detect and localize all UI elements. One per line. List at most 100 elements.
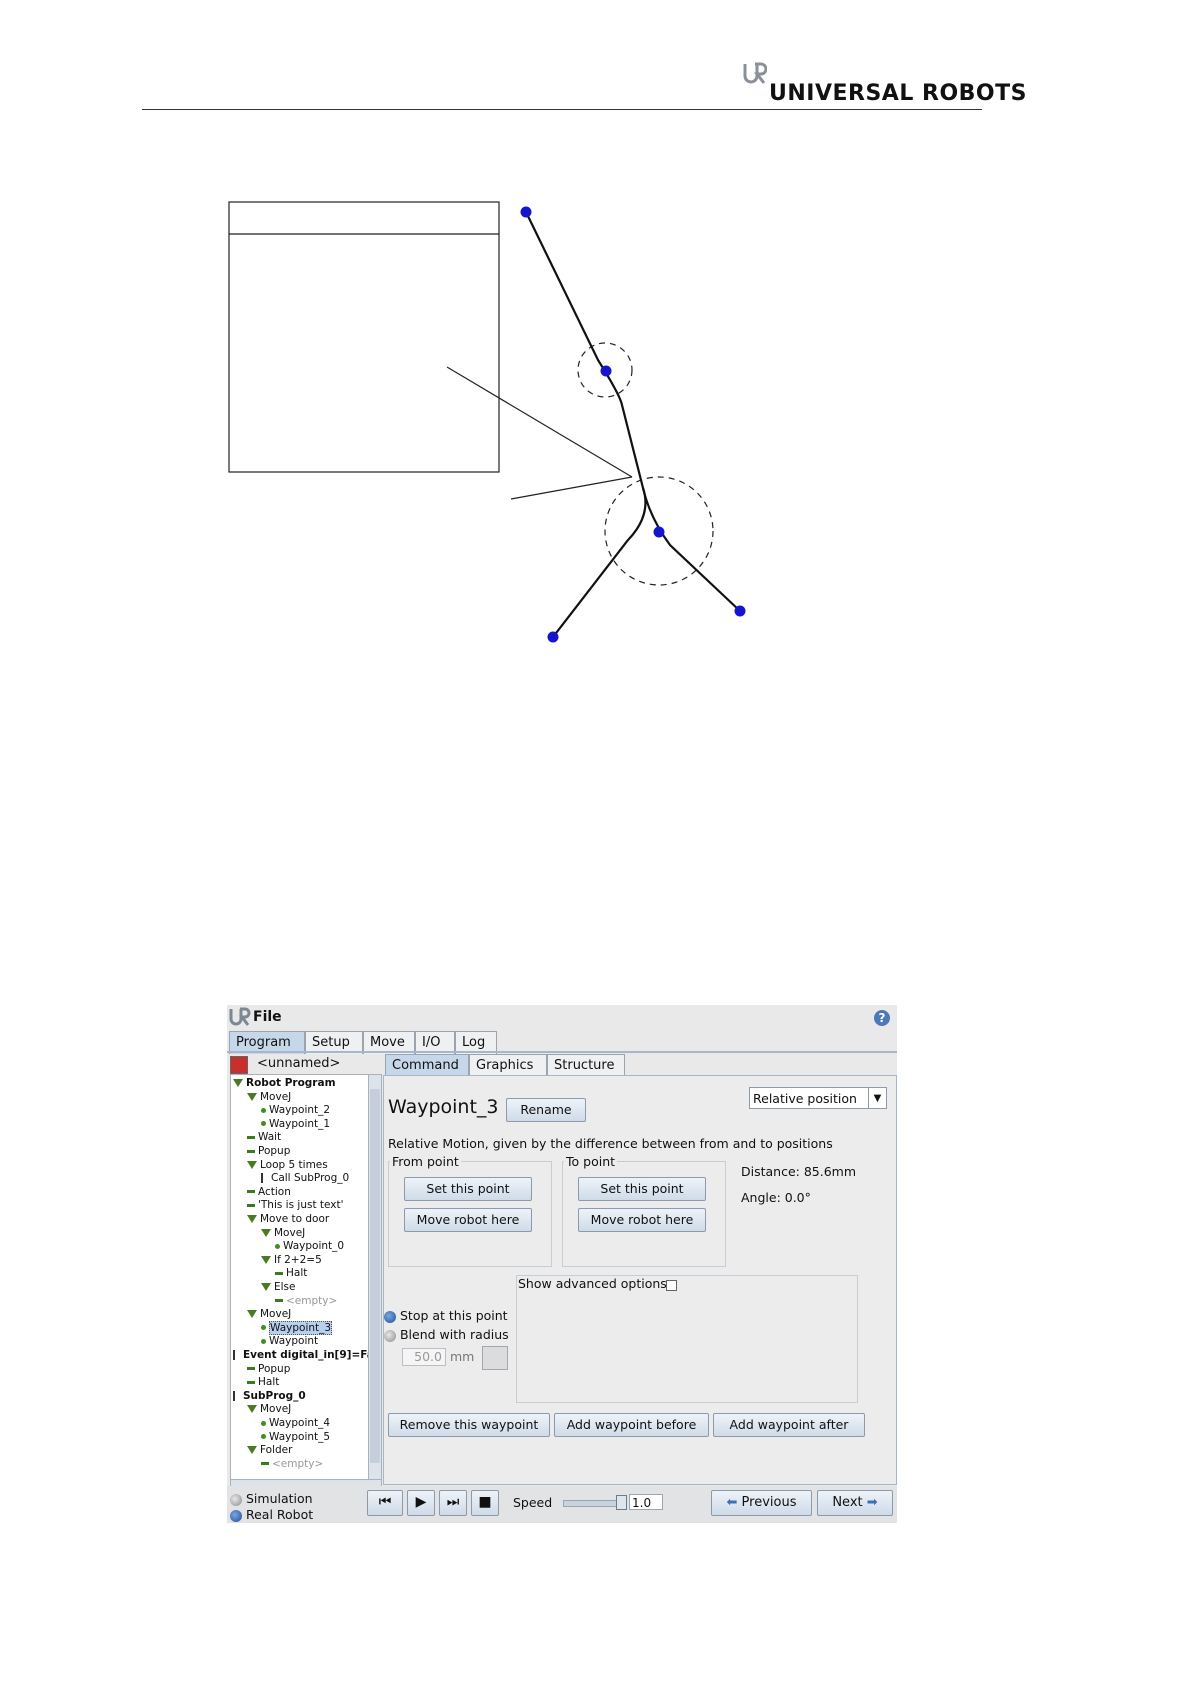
next-button[interactable]: Next ➡ xyxy=(817,1490,893,1516)
tree-item-label: MoveJ xyxy=(260,1090,292,1103)
tree-item-label: Action xyxy=(258,1185,291,1198)
real-robot-option[interactable]: Real Robot xyxy=(230,1507,313,1522)
tree-item[interactable]: Waypoint_4 xyxy=(261,1417,330,1430)
tree-item[interactable]: MoveJ xyxy=(247,1091,291,1104)
tree-item[interactable]: Halt xyxy=(275,1267,307,1280)
advanced-options-checkbox[interactable] xyxy=(666,1280,677,1291)
save-icon[interactable] xyxy=(230,1056,248,1074)
tree-item[interactable]: Move to door xyxy=(247,1213,329,1226)
tab-command[interactable]: Command xyxy=(385,1054,469,1077)
tree-item-label: Move to door xyxy=(260,1213,330,1225)
next-label: Next xyxy=(832,1495,863,1510)
arrow-left-icon: ⬅ xyxy=(726,1495,738,1510)
tab-graphics[interactable]: Graphics xyxy=(469,1054,547,1077)
tree-item[interactable]: Popup xyxy=(247,1145,290,1158)
expand-triangle-icon xyxy=(247,1160,257,1169)
tree-item[interactable]: Waypoint_5 xyxy=(261,1431,330,1444)
tree-item[interactable]: Waypoint_2 xyxy=(261,1104,330,1117)
expand-triangle-icon xyxy=(247,1092,257,1101)
add-waypoint-before-button[interactable]: Add waypoint before xyxy=(554,1413,709,1437)
tree-item[interactable]: Waypoint_1 xyxy=(261,1118,330,1131)
tree-item[interactable]: SubProg_0 xyxy=(233,1390,306,1403)
remove-waypoint-button[interactable]: Remove this waypoint xyxy=(388,1413,550,1437)
from-move-robot-button[interactable]: Move robot here xyxy=(404,1208,532,1232)
stop-option[interactable]: Stop at this point xyxy=(384,1308,508,1323)
speed-value[interactable]: 1.0 xyxy=(629,1494,663,1510)
tree-item[interactable]: Folder xyxy=(247,1444,292,1457)
tree-item[interactable]: 'This is just text' xyxy=(247,1199,344,1212)
simulation-option[interactable]: Simulation xyxy=(230,1491,313,1506)
blend-option[interactable]: Blend with radius xyxy=(384,1327,509,1342)
simulation-label: Simulation xyxy=(245,1491,313,1506)
tree-item[interactable]: Wait xyxy=(247,1131,281,1144)
waypoint-dot xyxy=(734,605,746,617)
tree-item[interactable]: Robot Program xyxy=(233,1077,336,1090)
program-tree[interactable]: Robot Program MoveJ Waypoint_2 Waypoint_1 Wa… xyxy=(230,1074,370,1480)
tree-item-label: Loop 5 times xyxy=(260,1158,328,1171)
chevron-down-icon[interactable]: ▼ xyxy=(868,1088,886,1108)
command-panel: Waypoint_3 Rename Relative position ▼ Re… xyxy=(383,1075,897,1485)
file-menu[interactable]: File xyxy=(253,1009,282,1025)
tab-structure[interactable]: Structure xyxy=(547,1054,625,1077)
radio-unselected-icon[interactable] xyxy=(230,1493,242,1506)
step-icon[interactable]: ⏭ xyxy=(439,1490,467,1516)
tree-item-label: Event digital_in[9]=Fals xyxy=(243,1349,370,1361)
scrollbar-thumb[interactable] xyxy=(370,1089,380,1463)
waypoint-icon xyxy=(275,1243,280,1249)
tree-item-label: SubProg_0 xyxy=(243,1389,306,1402)
tree-item[interactable]: Call SubProg_0 xyxy=(261,1172,349,1185)
pointer-line-1 xyxy=(446,366,633,478)
tree-item[interactable]: <empty> xyxy=(275,1295,337,1308)
tree-item[interactable]: Waypoint xyxy=(261,1335,318,1348)
radio-selected-icon[interactable] xyxy=(230,1509,242,1522)
help-icon[interactable]: ? xyxy=(874,1010,890,1026)
skip-to-start-icon[interactable]: ⏮ xyxy=(367,1490,403,1516)
motion-description: Relative Motion, given by the difference… xyxy=(388,1136,833,1151)
from-set-point-button[interactable]: Set this point xyxy=(404,1177,532,1201)
tree-item[interactable]: MoveJ xyxy=(247,1308,291,1321)
tab-rule xyxy=(227,1051,897,1053)
tree-item[interactable]: Popup xyxy=(247,1363,290,1376)
from-point-label: From point xyxy=(390,1154,461,1169)
previous-label: Previous xyxy=(741,1495,797,1510)
previous-button[interactable]: ⬅ Previous xyxy=(711,1490,812,1516)
to-set-point-button[interactable]: Set this point xyxy=(578,1177,706,1201)
tree-item[interactable]: Else xyxy=(261,1281,295,1294)
tree-item[interactable]: Halt xyxy=(247,1376,279,1389)
blend-radius-input[interactable]: 50.0 xyxy=(402,1348,446,1366)
path-b xyxy=(641,487,741,612)
pointer-line-2 xyxy=(510,476,633,500)
waypoint-icon xyxy=(261,1107,266,1113)
tree-item[interactable]: If 2+2=5 xyxy=(261,1254,322,1267)
tree-item[interactable]: Loop 5 times xyxy=(247,1159,328,1172)
radio-selected-icon[interactable] xyxy=(384,1310,396,1323)
tree-item[interactable]: Action xyxy=(247,1186,291,1199)
rename-button[interactable]: Rename xyxy=(506,1098,586,1122)
stop-icon[interactable]: ■ xyxy=(471,1490,499,1516)
tree-item-label: Wait xyxy=(258,1131,282,1144)
waypoint-icon xyxy=(261,1325,266,1331)
arrow-right-icon: ➡ xyxy=(866,1495,878,1510)
tree-scrollbar[interactable] xyxy=(368,1074,382,1480)
tree-item-label: Robot Program xyxy=(246,1077,336,1089)
tree-item[interactable]: MoveJ xyxy=(247,1403,291,1416)
to-move-robot-button[interactable]: Move robot here xyxy=(578,1208,706,1232)
keypad-button[interactable] xyxy=(482,1346,508,1370)
waypoint-dot xyxy=(547,631,559,643)
tree-item[interactable]: Event digital_in[9]=Fals xyxy=(233,1349,370,1362)
command-icon xyxy=(247,1203,255,1207)
diagram-box xyxy=(228,201,500,473)
play-icon[interactable]: ▶ xyxy=(407,1490,435,1516)
tree-item[interactable]: Waypoint_0 xyxy=(275,1240,344,1253)
tree-item[interactable]: MoveJ xyxy=(261,1227,305,1240)
add-waypoint-after-button[interactable]: Add waypoint after xyxy=(713,1413,865,1437)
position-mode-select[interactable]: Relative position ▼ xyxy=(749,1087,887,1109)
advanced-options-box xyxy=(516,1275,858,1403)
to-point-label: To point xyxy=(564,1154,618,1169)
waypoint-icon xyxy=(261,1338,266,1344)
radio-unselected-icon[interactable] xyxy=(384,1329,396,1342)
tree-item[interactable]: Waypoint_3 xyxy=(261,1320,333,1335)
speed-slider-handle[interactable] xyxy=(616,1495,627,1510)
tree-item[interactable]: <empty> xyxy=(261,1458,323,1471)
tree-item-label: Popup xyxy=(258,1362,291,1375)
